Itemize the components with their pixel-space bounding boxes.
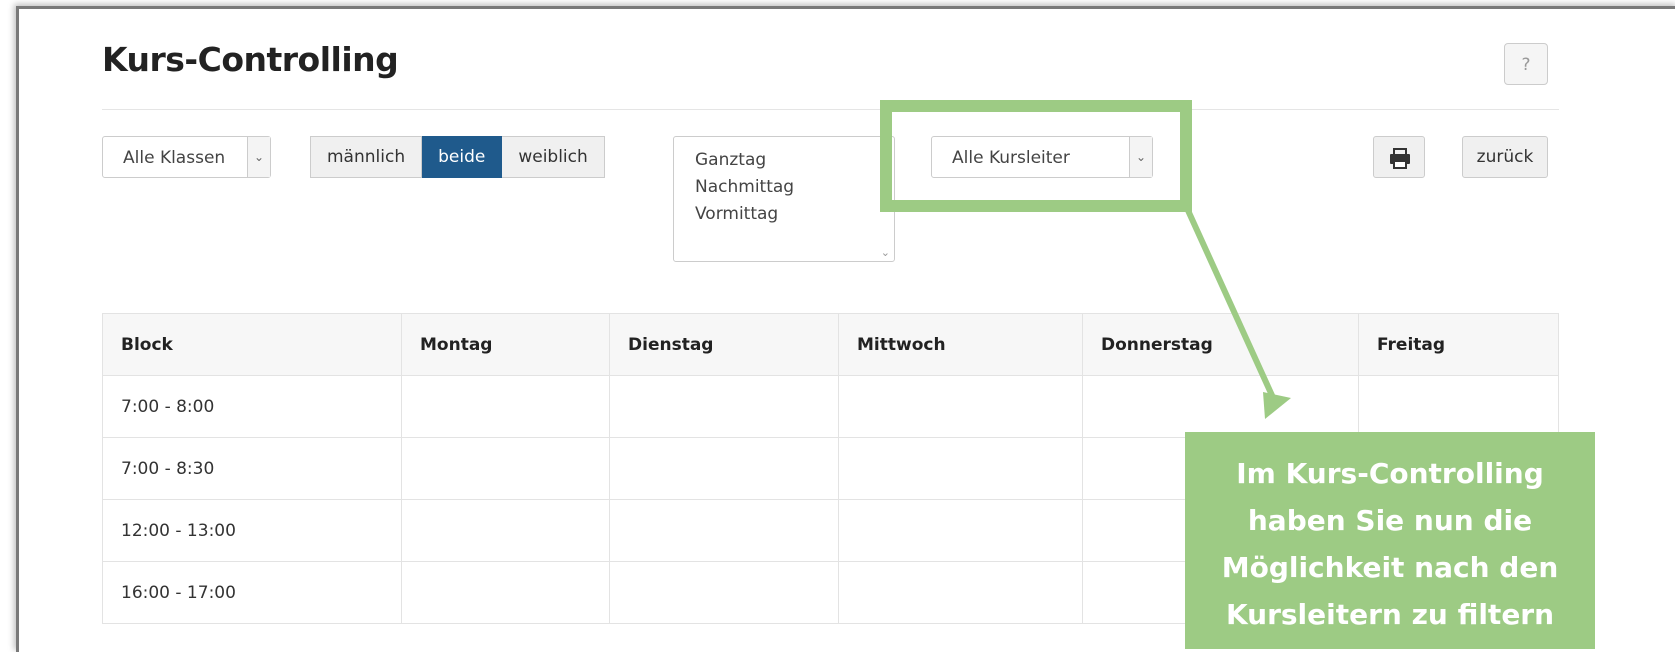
callout-line: Möglichkeit nach den bbox=[1221, 551, 1559, 584]
callout-line: Im Kurs-Controlling bbox=[1236, 457, 1544, 490]
callout-line: Kursleitern zu filtern bbox=[1225, 598, 1555, 631]
annotation-callout: Im Kurs-Controlling haben Sie nun die Mö… bbox=[1185, 432, 1595, 649]
callout-line: haben Sie nun die bbox=[1247, 504, 1533, 537]
